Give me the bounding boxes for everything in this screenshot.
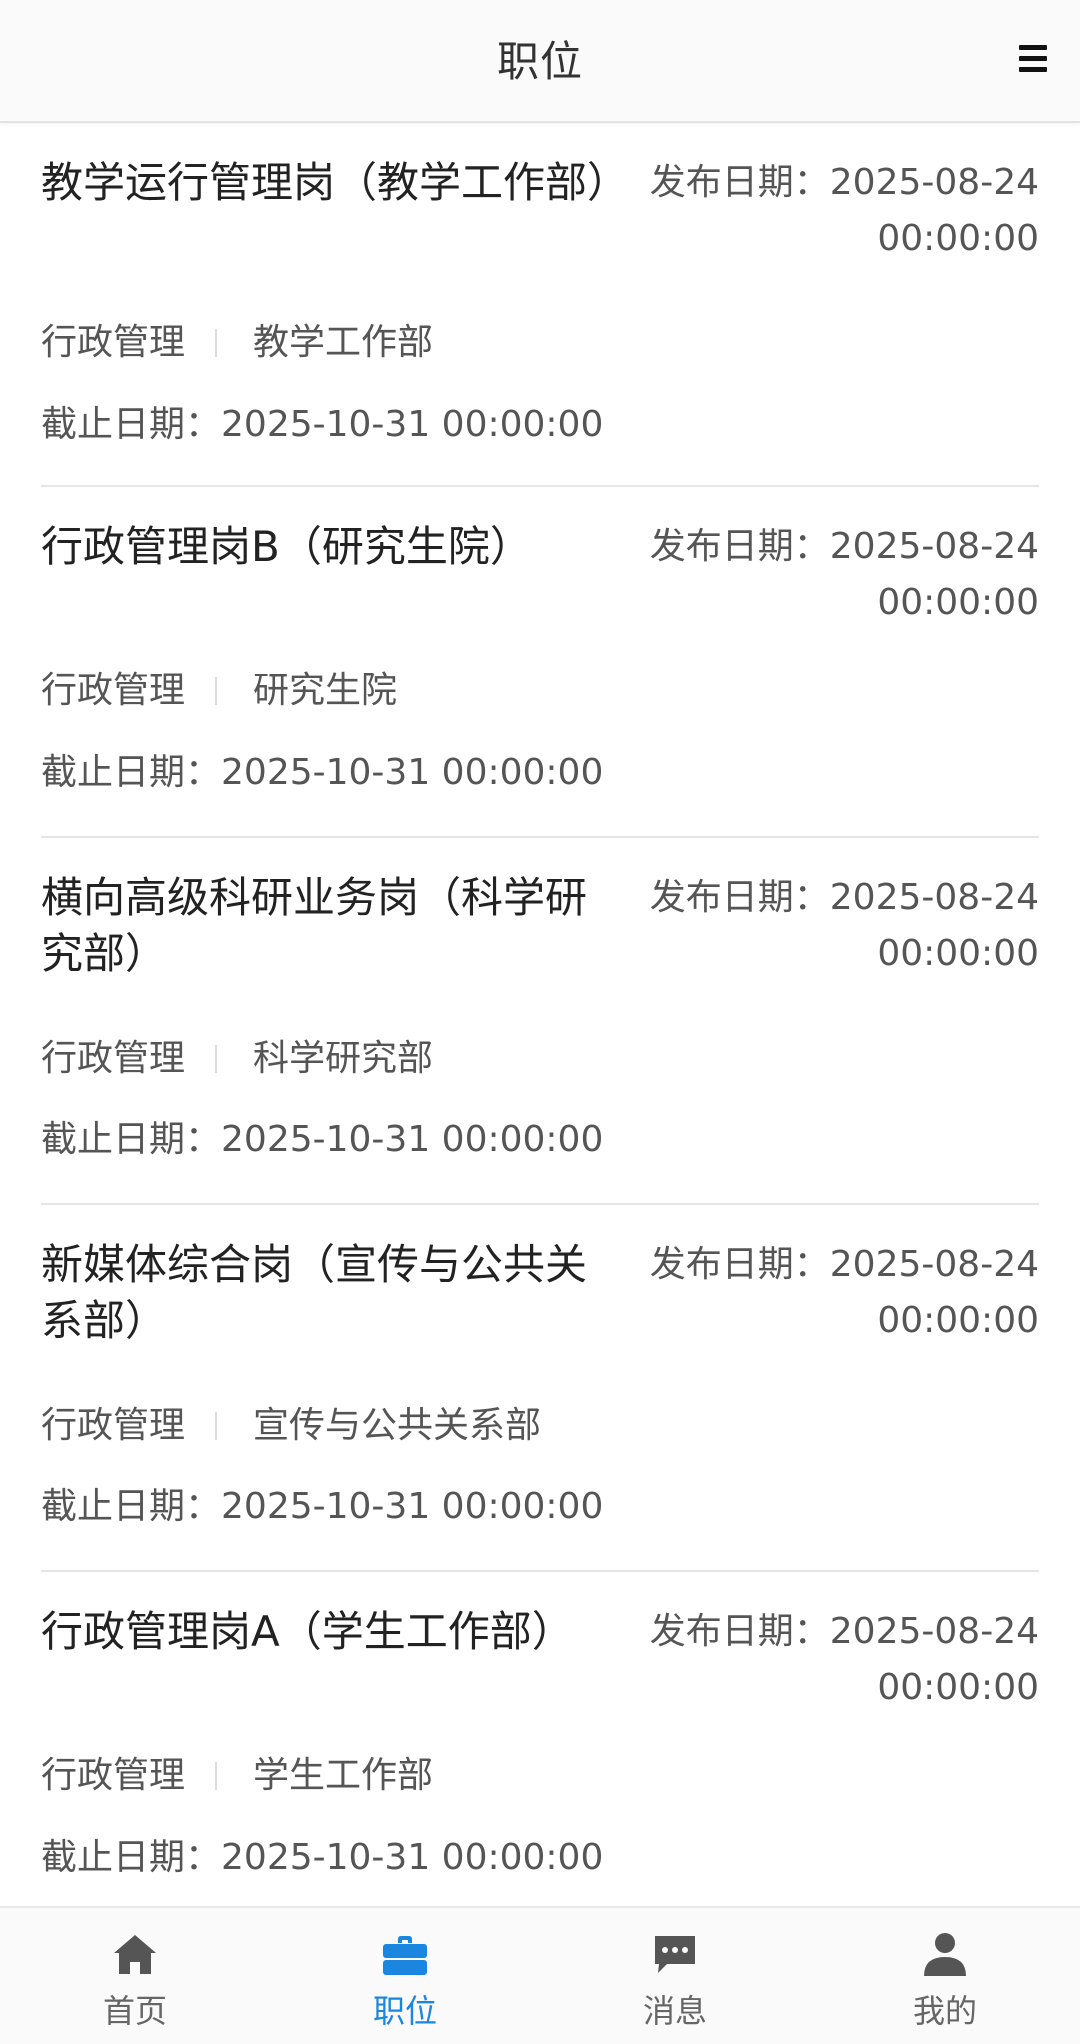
job-item[interactable]: 行政管理岗B（研究生院） 发布日期：2025-08-24 00:00:00 行政管… xyxy=(41,487,1039,838)
publish-date: 发布日期：2025-08-24 00:00:00 xyxy=(639,519,1039,631)
tab-profile[interactable]: 我的 xyxy=(810,1908,1080,2044)
job-category: 行政管理 xyxy=(41,322,186,363)
top-nav-bar: 职位 xyxy=(0,0,1080,123)
tab-home-label: 首页 xyxy=(102,1992,167,2030)
publish-time-value: 00:00:00 xyxy=(877,582,1039,623)
publish-date-value: 2025-08-24 xyxy=(829,526,1039,567)
tag-divider xyxy=(215,677,218,705)
job-title: 教学运行管理岗（教学工作部） xyxy=(41,158,630,207)
job-item[interactable]: 行政管理岗A（学生工作部） 发布日期：2025-08-24 00:00:00 行政… xyxy=(41,1572,1039,1906)
publish-time-value: 00:00:00 xyxy=(877,933,1039,974)
tag-divider xyxy=(215,1412,218,1440)
chat-bubble-icon xyxy=(655,1936,695,1973)
job-department: 教学工作部 xyxy=(253,322,434,363)
job-department: 学生工作部 xyxy=(253,1755,434,1796)
tag-divider xyxy=(215,1045,218,1073)
deadline-value: 2025-10-31 00:00:00 xyxy=(221,1837,604,1878)
user-icon xyxy=(924,1933,966,1976)
deadline: 截止日期：2025-10-31 00:00:00 xyxy=(41,1116,603,1164)
publish-date: 发布日期：2025-08-24 00:00:00 xyxy=(639,870,1039,982)
publish-date-value: 2025-08-24 xyxy=(829,877,1039,918)
briefcase-icon xyxy=(383,1936,427,1975)
deadline-label: 截止日期： xyxy=(41,404,222,445)
job-title: 行政管理岗B（研究生院） xyxy=(41,522,532,571)
deadline: 截止日期：2025-10-31 00:00:00 xyxy=(41,1834,603,1882)
deadline-label: 截止日期： xyxy=(41,752,222,793)
publish-date-label: 发布日期： xyxy=(649,877,830,918)
publish-time-value: 00:00:00 xyxy=(877,1667,1039,1708)
publish-time-value: 00:00:00 xyxy=(877,1300,1039,1341)
tab-messages-label: 消息 xyxy=(642,1992,707,2030)
job-department: 科学研究部 xyxy=(253,1038,434,1079)
publish-date-value: 2025-08-24 xyxy=(829,162,1039,203)
deadline: 截止日期：2025-10-31 00:00:00 xyxy=(41,749,603,797)
tab-jobs[interactable]: 职位 xyxy=(270,1908,540,2044)
job-category: 行政管理 xyxy=(41,1038,186,1079)
job-tags: 行政管理 学生工作部 xyxy=(41,1752,433,1800)
job-tags: 行政管理 宣传与公共关系部 xyxy=(41,1402,541,1450)
job-item[interactable]: 教学运行管理岗（教学工作部） 发布日期：2025-08-24 00:00:00 行… xyxy=(41,123,1039,487)
job-category: 行政管理 xyxy=(41,1405,186,1446)
job-tags: 行政管理 科学研究部 xyxy=(41,1035,433,1083)
job-list: 教学运行管理岗（教学工作部） 发布日期：2025-08-24 00:00:00 行… xyxy=(0,123,1080,1906)
deadline-value: 2025-10-31 00:00:00 xyxy=(221,404,604,445)
job-department: 研究生院 xyxy=(253,670,398,711)
home-icon xyxy=(114,1935,156,1974)
deadline-value: 2025-10-31 00:00:00 xyxy=(221,752,604,793)
publish-date-label: 发布日期： xyxy=(649,162,830,203)
publish-date: 发布日期：2025-08-24 00:00:00 xyxy=(639,1604,1039,1716)
tab-profile-label: 我的 xyxy=(912,1992,977,2030)
job-department: 宣传与公共关系部 xyxy=(253,1405,542,1446)
deadline-label: 截止日期： xyxy=(41,1486,222,1527)
deadline-label: 截止日期： xyxy=(41,1837,222,1878)
hamburger-menu-icon[interactable] xyxy=(1017,42,1049,74)
deadline-value: 2025-10-31 00:00:00 xyxy=(221,1119,604,1160)
deadline-value: 2025-10-31 00:00:00 xyxy=(221,1486,604,1527)
publish-date-label: 发布日期： xyxy=(649,1611,830,1652)
job-tags: 行政管理 教学工作部 xyxy=(41,319,433,367)
job-category: 行政管理 xyxy=(41,670,186,711)
deadline: 截止日期：2025-10-31 00:00:00 xyxy=(41,401,603,449)
tab-jobs-label: 职位 xyxy=(372,1992,437,2030)
job-title: 行政管理岗A（学生工作部） xyxy=(41,1607,574,1656)
job-item[interactable]: 横向高级科研业务岗（科学研究部） 发布日期：2025-08-24 00:00:00… xyxy=(41,838,1039,1205)
publish-date: 发布日期：2025-08-24 00:00:00 xyxy=(639,1237,1039,1349)
publish-date-label: 发布日期： xyxy=(649,526,830,567)
publish-date-value: 2025-08-24 xyxy=(829,1611,1039,1652)
tab-home[interactable]: 首页 xyxy=(0,1908,270,2044)
job-category: 行政管理 xyxy=(41,1755,186,1796)
job-item[interactable]: 新媒体综合岗（宣传与公共关系部） 发布日期：2025-08-24 00:00:00… xyxy=(41,1205,1039,1572)
job-title: 横向高级科研业务岗（科学研究部） xyxy=(41,873,588,978)
publish-date-label: 发布日期： xyxy=(649,1244,830,1285)
publish-date-value: 2025-08-24 xyxy=(829,1244,1039,1285)
tag-divider xyxy=(215,329,218,357)
publish-time-value: 00:00:00 xyxy=(877,218,1039,259)
bottom-tab-bar: 首页 职位 消息 我的 xyxy=(0,1906,1080,2044)
deadline-label: 截止日期： xyxy=(41,1119,222,1160)
job-tags: 行政管理 研究生院 xyxy=(41,667,397,715)
job-title: 新媒体综合岗（宣传与公共关系部） xyxy=(41,1240,588,1345)
tab-messages[interactable]: 消息 xyxy=(540,1908,810,2044)
deadline: 截止日期：2025-10-31 00:00:00 xyxy=(41,1483,603,1531)
page-title: 职位 xyxy=(496,37,583,86)
tag-divider xyxy=(215,1762,218,1790)
publish-date: 发布日期：2025-08-24 00:00:00 xyxy=(639,155,1039,267)
